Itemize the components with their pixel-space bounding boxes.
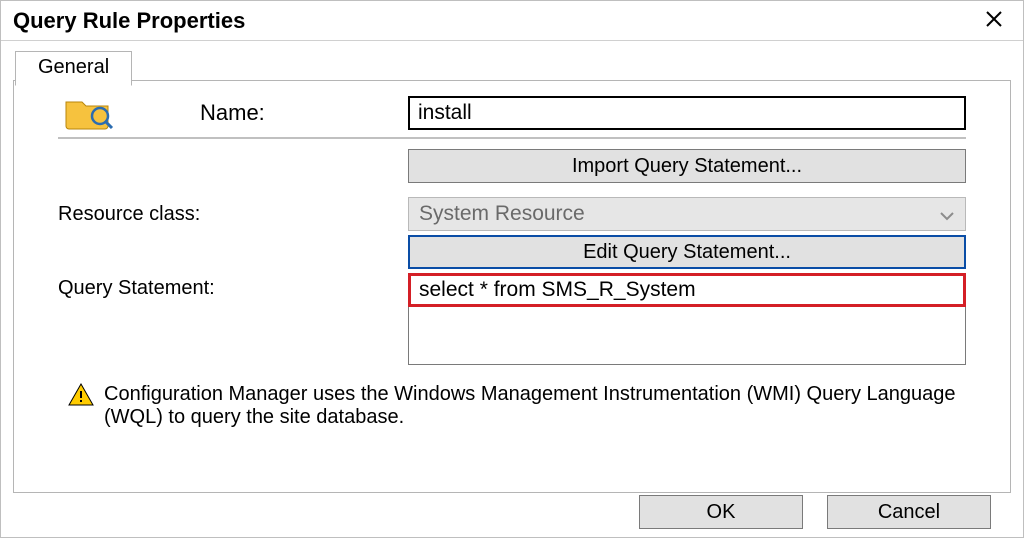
row-resource-class: Resource class: System Resource <box>58 197 966 231</box>
content: Name: Import Query Statement... Resource… <box>58 87 966 492</box>
dialog-window: Query Rule Properties General <box>0 0 1024 538</box>
query-folder-icon <box>58 93 118 133</box>
label-resource-class: Resource class: <box>58 203 408 226</box>
row-name: Name: <box>58 93 966 133</box>
edit-query-button[interactable]: Edit Query Statement... <box>408 235 966 269</box>
label-name: Name: <box>200 100 265 126</box>
name-input[interactable] <box>408 96 966 130</box>
ok-button[interactable]: OK <box>639 495 803 529</box>
tab-page-general: Name: Import Query Statement... Resource… <box>13 80 1011 493</box>
row-query-statement: Query Statement: select * from SMS_R_Sys… <box>58 273 966 365</box>
tab-general[interactable]: General <box>15 51 132 86</box>
row-info: Configuration Manager uses the Windows M… <box>58 383 966 429</box>
close-icon <box>985 10 1003 32</box>
row-import: Import Query Statement... <box>58 149 966 183</box>
import-query-button[interactable]: Import Query Statement... <box>408 149 966 183</box>
dialog-title: Query Rule Properties <box>13 8 969 34</box>
resource-class-value: System Resource <box>419 202 585 226</box>
info-text: Configuration Manager uses the Windows M… <box>104 383 966 429</box>
row-edit: Edit Query Statement... <box>58 235 966 269</box>
tabstrip: General <box>15 51 132 86</box>
titlebar: Query Rule Properties <box>1 1 1023 41</box>
query-statement-text: select * from SMS_R_System <box>408 273 966 307</box>
chevron-down-icon <box>939 206 955 230</box>
warning-icon <box>58 383 104 407</box>
separator <box>58 137 966 139</box>
resource-class-select: System Resource <box>408 197 966 231</box>
query-statement-box[interactable]: select * from SMS_R_System <box>408 273 966 365</box>
label-query-statement: Query Statement: <box>58 277 408 300</box>
close-button[interactable] <box>969 2 1019 40</box>
dialog-footer: OK Cancel <box>13 495 1011 533</box>
cancel-button[interactable]: Cancel <box>827 495 991 529</box>
